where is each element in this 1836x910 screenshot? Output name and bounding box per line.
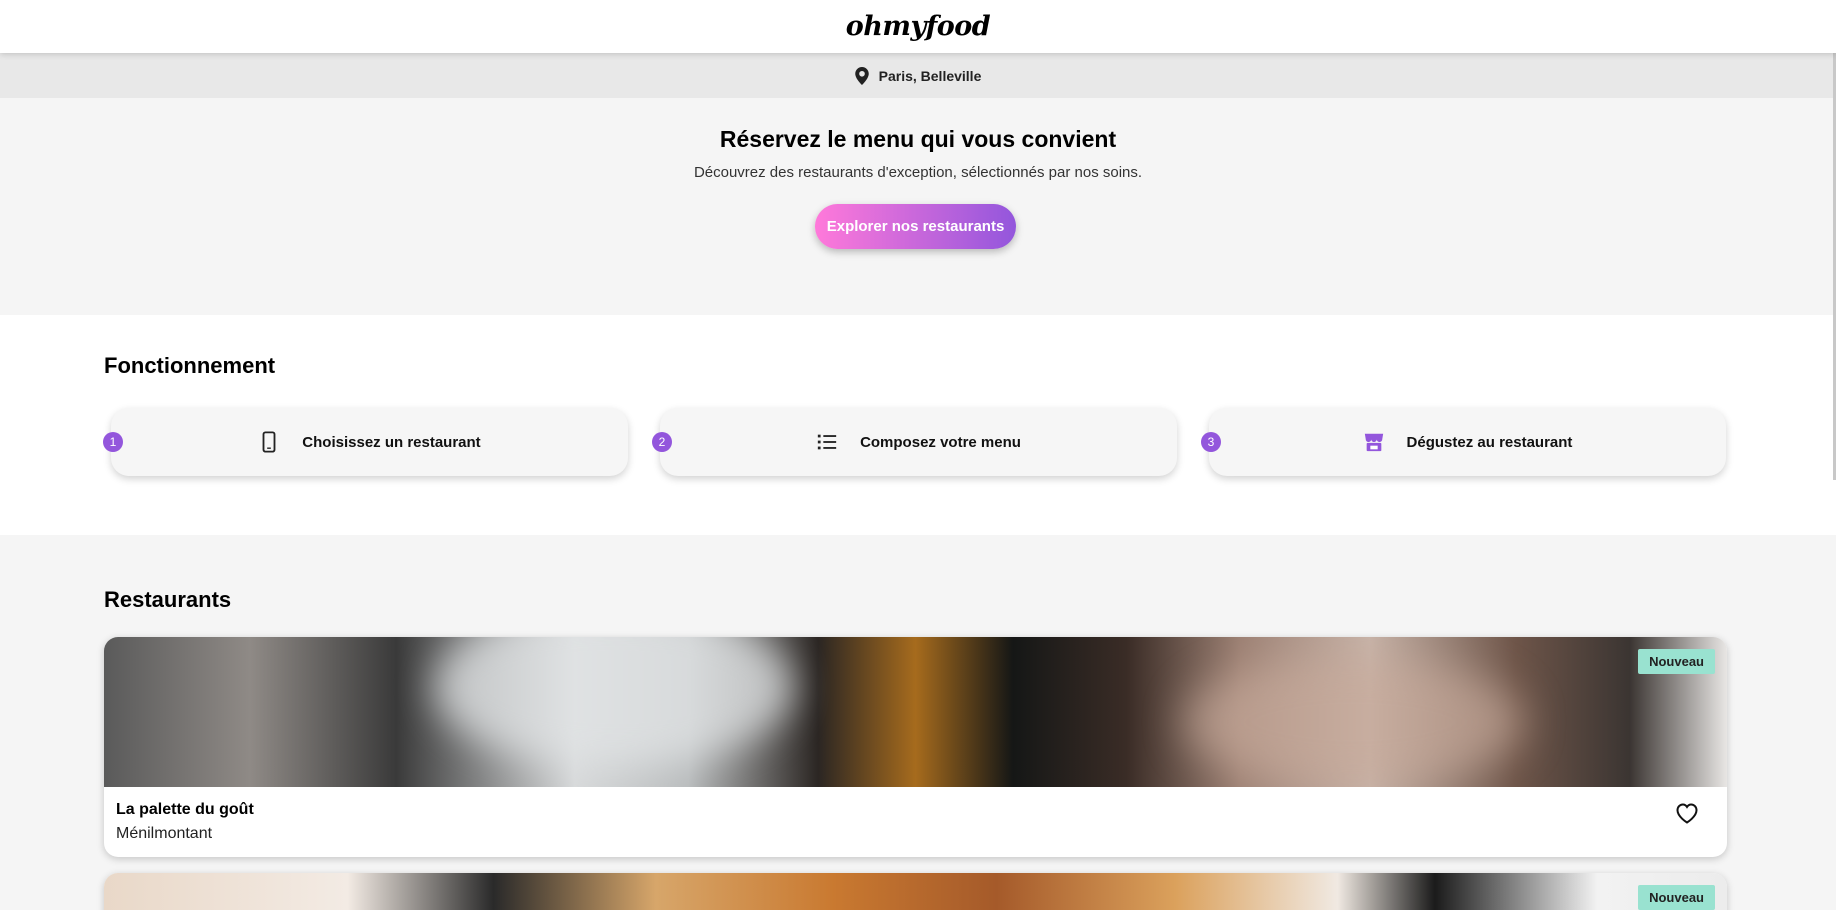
step-card-2: 2 Composez votre menu bbox=[652, 408, 1177, 476]
mobile-phone-icon bbox=[262, 431, 276, 453]
restaurant-image[interactable]: Nouveau bbox=[104, 637, 1727, 787]
logo[interactable]: ohmyfood bbox=[846, 11, 991, 42]
hero-section: Réservez le menu qui vous convient Décou… bbox=[0, 98, 1836, 315]
step-number-badge: 1 bbox=[103, 432, 123, 452]
step-number-badge: 3 bbox=[1201, 432, 1221, 452]
restaurant-card[interactable]: Nouveau bbox=[104, 873, 1727, 910]
step-number-badge: 2 bbox=[652, 432, 672, 452]
how-it-works-title: Fonctionnement bbox=[104, 353, 276, 378]
restaurant-card[interactable]: Nouveau La palette du goût Ménilmontant bbox=[104, 637, 1727, 857]
explore-restaurants-button[interactable]: Explorer nos restaurants bbox=[815, 204, 1016, 249]
restaurant-image[interactable]: Nouveau bbox=[104, 873, 1727, 910]
heart-icon[interactable] bbox=[1675, 802, 1699, 824]
step-label: Composez votre menu bbox=[860, 433, 1021, 451]
new-badge: Nouveau bbox=[1638, 649, 1715, 674]
map-pin-icon bbox=[854, 66, 869, 85]
how-it-works-section: Fonctionnement 1 Choisissez un restauran… bbox=[0, 315, 1836, 535]
location-text: Paris, Belleville bbox=[878, 67, 982, 84]
step-label: Dégustez au restaurant bbox=[1406, 433, 1573, 451]
restaurant-info: La palette du goût Ménilmontant bbox=[104, 787, 1727, 857]
list-icon bbox=[817, 434, 837, 450]
step-card-3: 3 Dégustez au restaurant bbox=[1201, 408, 1726, 476]
hero-subtitle: Découvrez des restaurants d'exception, s… bbox=[693, 164, 1143, 181]
restaurant-name[interactable]: La palette du goût bbox=[116, 801, 1715, 819]
hero-title: Réservez le menu qui vous convient bbox=[719, 126, 1117, 152]
site-header: ohmyfood bbox=[0, 0, 1836, 53]
restaurants-section: Restaurants Nouveau La palette du goût M… bbox=[0, 535, 1836, 910]
store-icon bbox=[1364, 433, 1383, 452]
step-card-1: 1 Choisissez un restaurant bbox=[103, 408, 628, 476]
restaurant-area: Ménilmontant bbox=[116, 825, 213, 842]
location-bar: Paris, Belleville bbox=[0, 53, 1836, 98]
new-badge: Nouveau bbox=[1638, 885, 1715, 910]
restaurants-title: Restaurants bbox=[104, 587, 232, 612]
step-label: Choisissez un restaurant bbox=[302, 433, 481, 451]
